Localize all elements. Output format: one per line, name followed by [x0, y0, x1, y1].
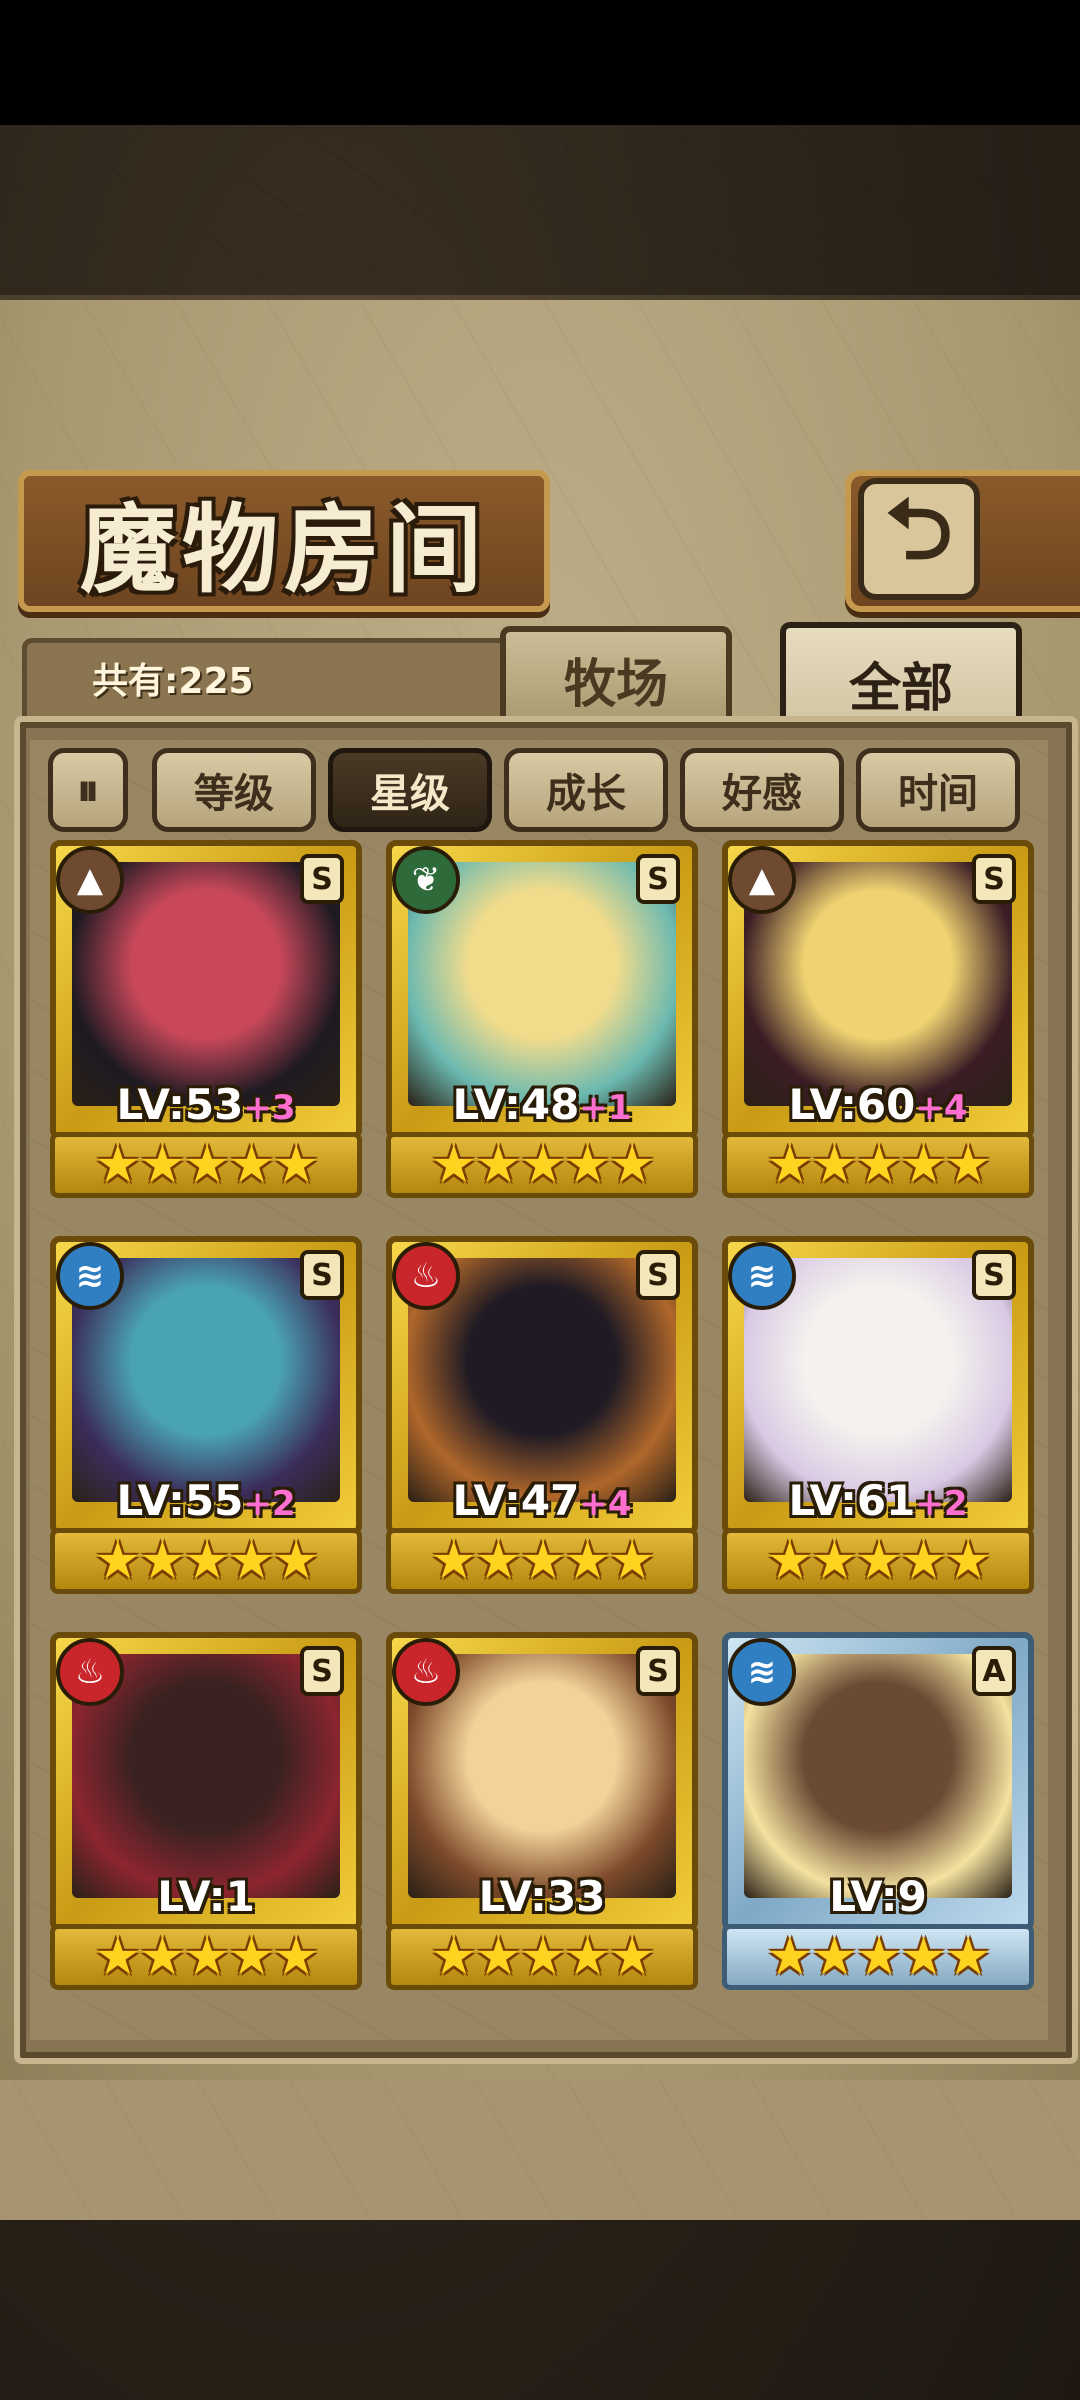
star-rating: ★★★★★ — [50, 1924, 362, 1990]
status-bar — [0, 0, 1080, 125]
enhance-bonus: +4 — [915, 1088, 968, 1128]
flame-icon: ♨ — [392, 1638, 460, 1706]
rank-badge: S — [300, 1646, 344, 1696]
mountain-icon: ▲ — [728, 846, 796, 914]
monster-card[interactable]: ≋ A LV:9 ★★★★★ — [722, 1632, 1034, 1994]
rank-badge: S — [972, 1250, 1016, 1300]
level-value: LV:60 — [788, 1080, 916, 1129]
level-label: LV:9 — [722, 1872, 1034, 1921]
monster-card[interactable]: ≋ S LV:55+2 ★★★★★ — [50, 1236, 362, 1598]
level-label: LV:1 — [50, 1872, 362, 1921]
enhance-bonus: +2 — [243, 1484, 296, 1524]
sort-time-button[interactable]: 时间 — [856, 748, 1020, 832]
title-plate: 魔物房间 — [18, 470, 550, 612]
back-button[interactable]: ⮌ — [858, 478, 980, 600]
rank-badge: S — [636, 1646, 680, 1696]
level-label: LV:61+2 — [722, 1476, 1034, 1525]
level-value: LV:9 — [829, 1872, 927, 1921]
flame-icon: ♨ — [56, 1638, 124, 1706]
level-label: LV:47+4 — [386, 1476, 698, 1525]
rank-badge: S — [636, 1250, 680, 1300]
star-rating: ★★★★★ — [50, 1528, 362, 1594]
monster-card[interactable]: ▲ S LV:60+4 ★★★★★ — [722, 840, 1034, 1202]
star-rating: ★★★★★ — [722, 1132, 1034, 1198]
sort-order-toggle[interactable]: ⏸ — [48, 748, 128, 832]
enhance-bonus: +3 — [243, 1088, 296, 1128]
wave-icon: ≋ — [56, 1242, 124, 1310]
monster-card[interactable]: ♨ S LV:33 ★★★★★ — [386, 1632, 698, 1994]
sort-direction-icon: ⏸ — [77, 764, 99, 816]
enhance-bonus: +2 — [915, 1484, 968, 1524]
enhance-bonus: +4 — [579, 1484, 632, 1524]
level-value: LV:61 — [788, 1476, 916, 1525]
enhance-bonus: +1 — [579, 1088, 632, 1128]
star-rating: ★★★★★ — [50, 1132, 362, 1198]
level-label: LV:60+4 — [722, 1080, 1034, 1129]
flame-icon: ♨ — [392, 1242, 460, 1310]
return-arrow-icon: ⮌ — [885, 479, 953, 578]
level-value: LV:47 — [452, 1476, 580, 1525]
level-label: LV:48+1 — [386, 1080, 698, 1129]
rank-badge: A — [972, 1646, 1016, 1696]
monster-card[interactable]: ▲ S LV:53+3 ★★★★★ — [50, 840, 362, 1202]
level-value: LV:48 — [452, 1080, 580, 1129]
level-value: LV:53 — [116, 1080, 244, 1129]
sort-star-button[interactable]: 星级 — [328, 748, 492, 832]
mountain-icon: ▲ — [56, 846, 124, 914]
star-rating: ★★★★★ — [386, 1924, 698, 1990]
leaf-icon: ❦ — [392, 846, 460, 914]
wave-icon: ≋ — [728, 1242, 796, 1310]
bottom-band — [0, 2080, 1080, 2220]
level-value: LV:55 — [116, 1476, 244, 1525]
page-title: 魔物房间 — [80, 493, 488, 606]
sort-growth-button[interactable]: 成长 — [504, 748, 668, 832]
sort-level-button[interactable]: 等级 — [152, 748, 316, 832]
star-rating: ★★★★★ — [722, 1528, 1034, 1594]
top-map-strip — [0, 125, 1080, 295]
bottom-map-strip — [0, 2220, 1080, 2400]
tab-ranch[interactable]: 牧场 — [500, 626, 732, 726]
rank-badge: S — [972, 854, 1016, 904]
level-value: LV:33 — [478, 1872, 606, 1921]
sort-affection-button[interactable]: 好感 — [680, 748, 844, 832]
wave-icon: ≋ — [728, 1638, 796, 1706]
rank-badge: S — [636, 854, 680, 904]
rank-badge: S — [300, 854, 344, 904]
level-value: LV:1 — [157, 1872, 255, 1921]
level-label: LV:55+2 — [50, 1476, 362, 1525]
star-rating: ★★★★★ — [386, 1528, 698, 1594]
monster-card[interactable]: ≋ S LV:61+2 ★★★★★ — [722, 1236, 1034, 1598]
monster-card[interactable]: ♨ S LV:47+4 ★★★★★ — [386, 1236, 698, 1598]
monster-count: 共有:225 — [92, 661, 254, 702]
level-label: LV:53+3 — [50, 1080, 362, 1129]
monster-card[interactable]: ♨ S LV:1 ★★★★★ — [50, 1632, 362, 1994]
monster-card[interactable]: ❦ S LV:48+1 ★★★★★ — [386, 840, 698, 1202]
level-label: LV:33 — [386, 1872, 698, 1921]
rank-badge: S — [300, 1250, 344, 1300]
star-rating: ★★★★★ — [386, 1132, 698, 1198]
star-rating: ★★★★★ — [722, 1924, 1034, 1990]
